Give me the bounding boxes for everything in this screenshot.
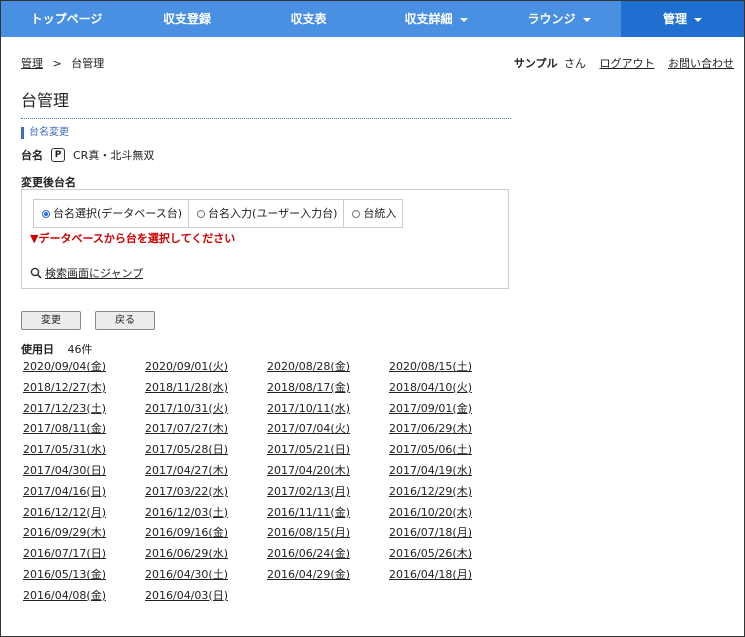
tab-user-input[interactable]: 台名入力(ユーザー入力台) [188,199,345,228]
usage-date-link[interactable]: 2016/05/26(木) [389,545,511,566]
usage-date-link[interactable]: 2016/09/16(金) [145,524,267,545]
usage-date-link[interactable]: 2016/07/17(日) [23,545,145,566]
usage-date-link[interactable]: 2017/05/31(水) [23,441,145,462]
name-mode-tabs: 台名選択(データベース台) 台名入力(ユーザー入力台) 台統入 [33,199,404,228]
usage-date-link[interactable]: 2017/02/13(月) [267,483,389,504]
contact-link[interactable]: お問い合わせ [668,57,734,70]
usage-date-link[interactable]: 2018/04/10(火) [389,379,511,400]
usage-date-link[interactable]: 2016/06/29(水) [145,545,267,566]
usage-date-link[interactable]: 2016/09/29(木) [23,524,145,545]
page-title: 台管理 [21,91,70,110]
nav-top-page[interactable]: トップページ [1,1,132,37]
chevron-down-icon [459,17,468,22]
usage-date-link[interactable]: 2017/12/23(土) [23,400,145,421]
new-name-label: 変更後台名 [21,176,76,189]
usage-date-link[interactable]: 2016/07/18(月) [389,524,511,545]
usage-date-link[interactable]: 2016/04/30(土) [145,566,267,587]
top-nav: トップページ 収支登録 収支表 収支詳細 ラウンジ 管理 [1,1,744,37]
tab-merge[interactable]: 台統入 [343,199,404,228]
usage-date-link[interactable]: 2017/10/31(火) [145,400,267,421]
usage-date-link[interactable]: 2016/06/24(金) [267,545,389,566]
usage-date-link[interactable]: 2017/04/16(日) [23,483,145,504]
usage-date-link[interactable]: 2016/12/03(土) [145,504,267,525]
select-warning: ▼データベースから台を選択してください [30,232,236,245]
usage-date-link[interactable]: 2017/10/11(水) [267,400,389,421]
usage-date-link[interactable]: 2017/03/22(水) [145,483,267,504]
pachinko-badge-icon: P [51,148,65,162]
nav-register[interactable]: 収支登録 [132,1,242,37]
usage-label: 使用日 [21,343,54,356]
usage-date-link[interactable]: 2020/08/15(土) [389,358,511,379]
user-name: サンプル [513,57,558,70]
usage-date-link[interactable]: 2016/12/12(月) [23,504,145,525]
usage-date-link[interactable]: 2016/04/08(金) [23,587,145,608]
radio-icon [352,209,361,218]
usage-date-link[interactable]: 2016/10/20(木) [389,504,511,525]
user-bar: サンプル さん ログアウト お問い合わせ [514,55,734,71]
usage-date-link[interactable]: 2018/12/27(木) [23,379,145,400]
logout-link[interactable]: ログアウト [600,57,655,70]
usage-date-link[interactable]: 2016/04/03(日) [145,587,267,608]
change-button[interactable]: 変更 [21,311,81,330]
radio-icon [197,209,206,218]
usage-date-link[interactable]: 2017/05/21(日) [267,441,389,462]
usage-date-link[interactable]: 2017/05/06(土) [389,441,511,462]
usage-date-link[interactable]: 2020/09/04(金) [23,358,145,379]
usage-date-link[interactable]: 2017/04/19(水) [389,462,511,483]
tab-database-select[interactable]: 台名選択(データベース台) [33,199,190,228]
usage-date-link[interactable]: 2016/04/29(金) [267,566,389,587]
usage-date-link[interactable]: 2020/08/28(金) [267,358,389,379]
current-machine-row: 台名 P CR真・北斗無双 [21,147,154,163]
usage-date-link[interactable]: 2017/05/28(日) [145,441,267,462]
usage-date-link[interactable]: 2018/11/28(水) [145,379,267,400]
nav-balance-table[interactable]: 収支表 [242,1,375,37]
usage-date-link[interactable]: 2020/09/01(火) [145,358,267,379]
breadcrumb-separator: > [52,57,62,70]
current-machine-name: CR真・北斗無双 [73,149,155,162]
new-name-panel: 台名選択(データベース台) 台名入力(ユーザー入力台) 台統入 ▼データベースか… [21,189,509,289]
radio-selected-icon [42,209,50,218]
current-machine-label: 台名 [21,149,43,162]
usage-date-link[interactable]: 2016/08/15(月) [267,524,389,545]
nav-balance-detail[interactable]: 収支詳細 [375,1,497,37]
usage-date-link[interactable]: 2017/07/04(火) [267,420,389,441]
usage-date-list: 2020/09/04(金) 2020/09/01(火) 2020/08/28(金) 2… [23,358,511,608]
usage-count: 46件 [67,343,93,356]
breadcrumb-admin-link[interactable]: 管理 [21,57,43,70]
usage-date-link[interactable]: 2018/08/17(金) [267,379,389,400]
usage-date-link[interactable]: 2016/04/18(月) [389,566,511,587]
usage-date-link[interactable]: 2016/12/29(木) [389,483,511,504]
usage-date-link[interactable]: 2017/09/01(金) [389,400,511,421]
usage-date-link[interactable]: 2016/05/13(金) [23,566,145,587]
search-icon [30,267,42,279]
title-divider [21,118,511,119]
breadcrumb-current: 台管理 [71,57,105,70]
jump-row: 検索画面にジャンプ [30,265,143,281]
usage-date-link[interactable]: 2017/04/30(日) [23,462,145,483]
jump-to-search-link[interactable]: 検索画面にジャンプ [45,265,143,281]
usage-header: 使用日 46件 [21,341,93,357]
page-frame: トップページ 収支登録 収支表 収支詳細 ラウンジ 管理 管理 > 台管理 サン… [0,0,745,637]
back-button[interactable]: 戻る [95,311,155,330]
usage-date-link[interactable]: 2016/11/11(金) [267,504,389,525]
chevron-down-icon [582,17,591,22]
usage-date-link[interactable]: 2017/04/27(木) [145,462,267,483]
nav-lounge[interactable]: ラウンジ [497,1,621,37]
usage-date-link[interactable]: 2017/04/20(木) [267,462,389,483]
section-heading: 台名変更 [21,127,69,139]
chevron-down-icon [694,17,702,22]
user-suffix: さん [564,57,586,70]
nav-admin[interactable]: 管理 [621,1,744,37]
usage-date-link[interactable]: 2017/06/29(木) [389,420,511,441]
usage-date-link[interactable]: 2017/08/11(金) [23,420,145,441]
usage-date-link[interactable]: 2017/07/27(木) [145,420,267,441]
breadcrumb: 管理 > 台管理 [21,55,104,71]
